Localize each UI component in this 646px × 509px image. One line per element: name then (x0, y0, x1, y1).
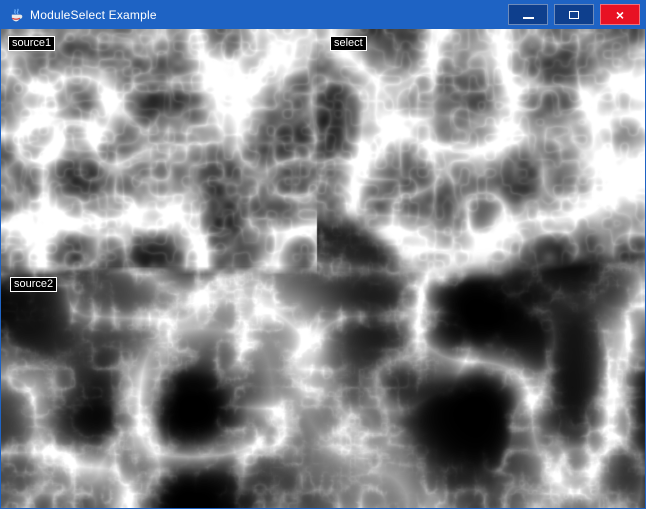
render-area: source1 select source2 (1, 29, 645, 508)
window-controls: × (508, 4, 640, 25)
close-button[interactable]: × (600, 4, 640, 25)
minimize-icon (523, 17, 534, 19)
label-source1: source1 (8, 36, 55, 51)
app-window: ModuleSelect Example × source1 select so… (0, 0, 646, 509)
label-select: select (330, 36, 367, 51)
maximize-icon (569, 11, 579, 19)
window-title: ModuleSelect Example (30, 8, 157, 22)
close-icon: × (616, 8, 624, 22)
noise-canvas (1, 29, 645, 508)
minimize-button[interactable] (508, 4, 548, 25)
maximize-button[interactable] (554, 4, 594, 25)
java-icon (8, 7, 24, 23)
label-source2: source2 (10, 277, 57, 292)
titlebar[interactable]: ModuleSelect Example × (1, 1, 645, 29)
